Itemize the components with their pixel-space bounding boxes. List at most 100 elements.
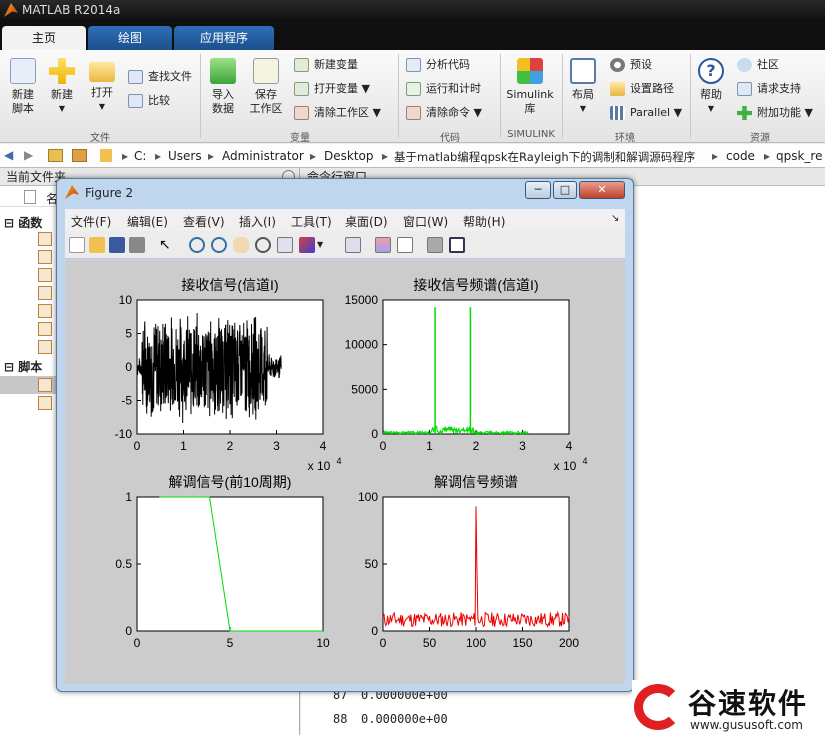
matlab-logo-icon — [4, 3, 18, 17]
minimize-button[interactable]: ─ — [525, 181, 551, 199]
menu-edit[interactable]: 编辑(E) — [127, 213, 168, 230]
zoom-out-icon[interactable] — [211, 237, 227, 253]
x-tick-label: 0 — [380, 439, 387, 453]
pointer-icon[interactable]: ↖ — [159, 237, 175, 253]
breadcrumb-code[interactable]: code — [726, 149, 755, 163]
find-files-button[interactable]: 查找文件 — [128, 68, 192, 86]
request-support-button[interactable]: 请求支持 — [737, 80, 801, 98]
parallel-button[interactable]: Parallel ▼ — [610, 104, 682, 122]
group-resources-label: 资源 — [750, 133, 770, 144]
request-support-icon — [737, 82, 752, 96]
section-scripts[interactable]: ⊟ 脚本 — [4, 358, 42, 375]
zoom-in-icon[interactable] — [189, 237, 205, 253]
menu-window[interactable]: 窗口(W) — [403, 213, 448, 230]
save-workspace-button[interactable]: 保存 工作区 — [246, 58, 286, 116]
new-script-button[interactable]: 新建 脚本 — [6, 58, 40, 116]
plot-axes — [382, 299, 570, 435]
new-figure-icon[interactable] — [69, 237, 85, 253]
figure-window[interactable]: Figure 2 ─ □ ✕ 文件(F) 编辑(E) 查看(V) 插入(I) 工… — [56, 178, 634, 692]
back-arrow-icon[interactable]: ◀ — [4, 148, 13, 162]
group-variable-label: 变量 — [290, 133, 310, 144]
close-button[interactable]: ✕ — [579, 181, 625, 199]
clear-commands-button[interactable]: 清除命令 ▼ — [406, 104, 482, 122]
plot-title: 解调信号(前10周期) — [169, 474, 292, 490]
save-icon[interactable] — [109, 237, 125, 253]
ribbon-tab-row: 主页 绘图 应用程序 — [0, 22, 825, 50]
breadcrumb-project-folder[interactable]: 基于matlab编程qpsk在Rayleigh下的调制和解调源码程序 — [394, 149, 695, 165]
maximize-button[interactable]: □ — [553, 181, 577, 199]
figure-toolbar: ↖ ▼ — [65, 231, 625, 259]
section-functions[interactable]: ⊟ 函数 — [4, 214, 42, 231]
import-data-button[interactable]: 导入 数据 — [206, 58, 240, 116]
function-file-icon[interactable] — [38, 286, 52, 300]
open-button[interactable]: 打开 ▼ — [86, 58, 118, 114]
open-variable-button[interactable]: 打开变量 ▼ — [294, 80, 370, 98]
up-folder-icon[interactable] — [48, 149, 63, 162]
function-file-icon[interactable] — [38, 322, 52, 336]
print-icon[interactable] — [129, 237, 145, 253]
menu-desktop[interactable]: 桌面(D) — [345, 213, 388, 230]
menu-tools[interactable]: 工具(T) — [291, 213, 332, 230]
clear-commands-icon — [406, 106, 421, 120]
dock-arrow-icon[interactable]: ↘ — [611, 213, 619, 224]
y-tick-label: 0 — [371, 624, 378, 638]
simulink-library-button[interactable]: Simulink 库 — [504, 58, 556, 116]
menu-view[interactable]: 查看(V) — [183, 213, 225, 230]
show-plot-tools-icon[interactable] — [449, 237, 465, 253]
script-file-icon[interactable] — [38, 396, 52, 410]
link-plot-icon[interactable] — [345, 237, 361, 253]
gear-icon — [610, 58, 625, 72]
x-tick-label: 100 — [466, 636, 486, 650]
community-button[interactable]: 社区 — [737, 56, 779, 74]
set-path-button[interactable]: 设置路径 — [610, 80, 674, 98]
new-variable-button[interactable]: 新建变量 — [294, 56, 358, 74]
help-button[interactable]: ? 帮助 ▼ — [696, 58, 726, 116]
rotate-3d-icon[interactable] — [255, 237, 271, 253]
addons-button[interactable]: 附加功能 ▼ — [737, 104, 813, 122]
compare-button[interactable]: 比较 — [128, 92, 170, 110]
hide-plot-tools-icon[interactable] — [427, 237, 443, 253]
matlab-logo-icon — [65, 185, 79, 199]
brush-icon[interactable] — [299, 237, 315, 253]
tab-apps[interactable]: 应用程序 — [174, 26, 274, 50]
breadcrumb-qpsk[interactable]: qpsk_re — [776, 149, 823, 163]
analyze-code-button[interactable]: 分析代码 — [406, 56, 470, 74]
y-tick-label: 10 — [119, 293, 133, 307]
preferences-button[interactable]: 预设 — [610, 56, 652, 74]
menu-insert[interactable]: 插入(I) — [239, 213, 276, 230]
x-tick-label: 150 — [512, 636, 532, 650]
run-and-time-button[interactable]: 运行和计时 — [406, 80, 481, 98]
folder-icon — [100, 149, 112, 162]
y-tick-label: 0.5 — [115, 557, 132, 571]
group-file-label: 文件 — [90, 133, 110, 144]
plot-title: 接收信号频谱(信道I) — [413, 277, 538, 293]
x-exponent-power: 4 — [582, 456, 587, 466]
breadcrumb-drive[interactable]: C: — [134, 149, 146, 163]
function-file-icon[interactable] — [38, 268, 52, 282]
tab-home[interactable]: 主页 — [2, 26, 86, 50]
breadcrumb-administrator[interactable]: Administrator — [222, 149, 304, 163]
colorbar-icon[interactable] — [375, 237, 391, 253]
function-file-icon[interactable] — [38, 250, 52, 264]
parallel-icon — [610, 106, 625, 120]
new-button[interactable]: 新建 ▼ — [46, 58, 78, 116]
data-cursor-icon[interactable] — [277, 237, 293, 253]
menu-file[interactable]: 文件(F) — [71, 213, 111, 230]
brush-dropdown-icon[interactable]: ▼ — [317, 237, 325, 253]
layout-button[interactable]: 布局 ▼ — [568, 58, 598, 116]
browse-folder-icon[interactable] — [72, 149, 87, 162]
legend-icon[interactable] — [397, 237, 413, 253]
function-file-icon[interactable] — [38, 340, 52, 354]
clear-workspace-button[interactable]: 清除工作区 ▼ — [294, 104, 381, 122]
plot-axes — [136, 496, 324, 632]
open-file-icon[interactable] — [89, 237, 105, 253]
breadcrumb-desktop[interactable]: Desktop — [324, 149, 374, 163]
y-tick-label: 5000 — [351, 382, 378, 396]
pan-hand-icon[interactable] — [233, 237, 249, 253]
function-file-icon[interactable] — [38, 232, 52, 246]
menu-help[interactable]: 帮助(H) — [463, 213, 505, 230]
breadcrumb-users[interactable]: Users — [168, 149, 202, 163]
tab-plots[interactable]: 绘图 — [88, 26, 172, 50]
function-file-icon[interactable] — [38, 304, 52, 318]
forward-arrow-icon[interactable]: ▶ — [24, 148, 33, 162]
